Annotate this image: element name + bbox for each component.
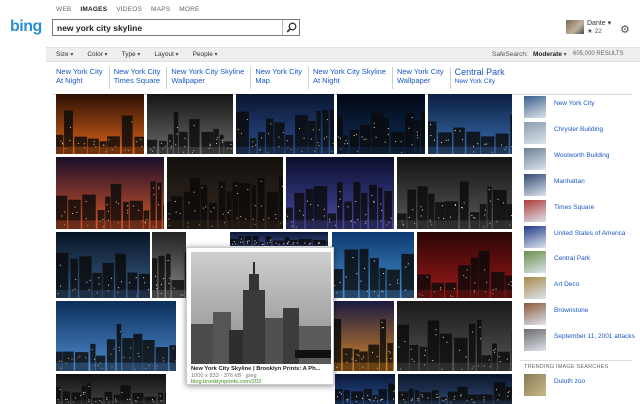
hover-url[interactable]: blog.brooklynprints.com/203 [191, 379, 261, 385]
image-thumbnail[interactable] [398, 374, 512, 404]
image-thumbnail[interactable] [332, 301, 394, 371]
image-thumbnail[interactable] [56, 157, 164, 229]
hover-title[interactable]: New York City Skyline | Brooklyn Prints:… [191, 366, 333, 372]
image-thumbnail[interactable] [335, 374, 395, 404]
sidebar-item[interactable]: Manhattan [524, 173, 640, 196]
image-thumbnail[interactable] [397, 301, 512, 371]
sidebar-thumbnail [524, 277, 546, 300]
image-thumbnail[interactable] [230, 232, 328, 246]
sidebar-thumbnail [524, 96, 546, 118]
sidebar-label: September 11, 2001 attacks [554, 333, 635, 341]
sidebar-label: Art Deco [554, 281, 580, 289]
divider [520, 360, 632, 361]
image-thumbnail[interactable] [428, 94, 512, 154]
image-thumbnail[interactable] [56, 232, 150, 298]
sidebar-thumbnail [524, 251, 546, 274]
image-thumbnail[interactable] [397, 157, 512, 229]
image-thumbnail[interactable] [337, 94, 425, 154]
sidebar-item[interactable]: United States of America [524, 225, 640, 248]
sidebar-item[interactable]: Times Square [524, 199, 640, 222]
image-thumbnail[interactable] [236, 94, 334, 154]
sidebar-item[interactable]: Central Park [524, 251, 640, 274]
sidebar-label: Central Park [554, 255, 591, 263]
sidebar-label: United States of America [554, 229, 626, 237]
sidebar-thumbnail [524, 303, 546, 326]
sidebar-label: New York City [554, 100, 595, 107]
image-thumbnail[interactable] [56, 301, 176, 371]
image-thumbnail[interactable] [286, 157, 394, 229]
image-thumbnail[interactable] [332, 232, 414, 298]
sidebar-label: Times Square [554, 203, 595, 211]
trending-thumbnail [524, 374, 546, 396]
sidebar-label: Chrysler Building [554, 125, 604, 133]
sidebar-label: Woolworth Building [554, 151, 610, 159]
sidebar-item[interactable]: New York City [524, 96, 640, 118]
image-thumbnail[interactable] [56, 374, 166, 404]
hover-image-empire-state[interactable] [191, 252, 331, 364]
sidebar-thumbnail [524, 329, 546, 352]
image-thumbnail[interactable] [147, 94, 233, 154]
sidebar-item[interactable]: Woolworth Building [524, 147, 640, 170]
image-hover-card[interactable]: New York City Skyline | Brooklyn Prints:… [186, 247, 334, 385]
sidebar-thumbnail [524, 147, 546, 170]
image-thumbnail[interactable] [167, 157, 283, 229]
sidebar-item[interactable]: Chrysler Building [524, 121, 640, 144]
trending-label: Duluth zoo [554, 378, 586, 385]
image-thumbnail[interactable] [152, 232, 186, 298]
trending-heading: TRENDING IMAGE SEARCHES [524, 364, 609, 370]
sidebar-item[interactable]: Art Deco [524, 277, 640, 300]
sidebar-label: Manhattan [554, 177, 585, 185]
sidebar-item[interactable]: Brownstone [524, 303, 640, 326]
sidebar-item[interactable]: September 11, 2001 attacks [524, 329, 640, 352]
sidebar-thumbnail [524, 225, 546, 248]
sidebar-thumbnail [524, 121, 546, 144]
image-thumbnail[interactable] [417, 232, 512, 298]
sidebar-thumbnail [524, 199, 546, 222]
trending-item[interactable]: Duluth zoo [524, 374, 640, 396]
image-thumbnail[interactable] [56, 94, 144, 154]
sidebar-label: Brownstone [554, 307, 589, 315]
sidebar-thumbnail [524, 173, 546, 196]
